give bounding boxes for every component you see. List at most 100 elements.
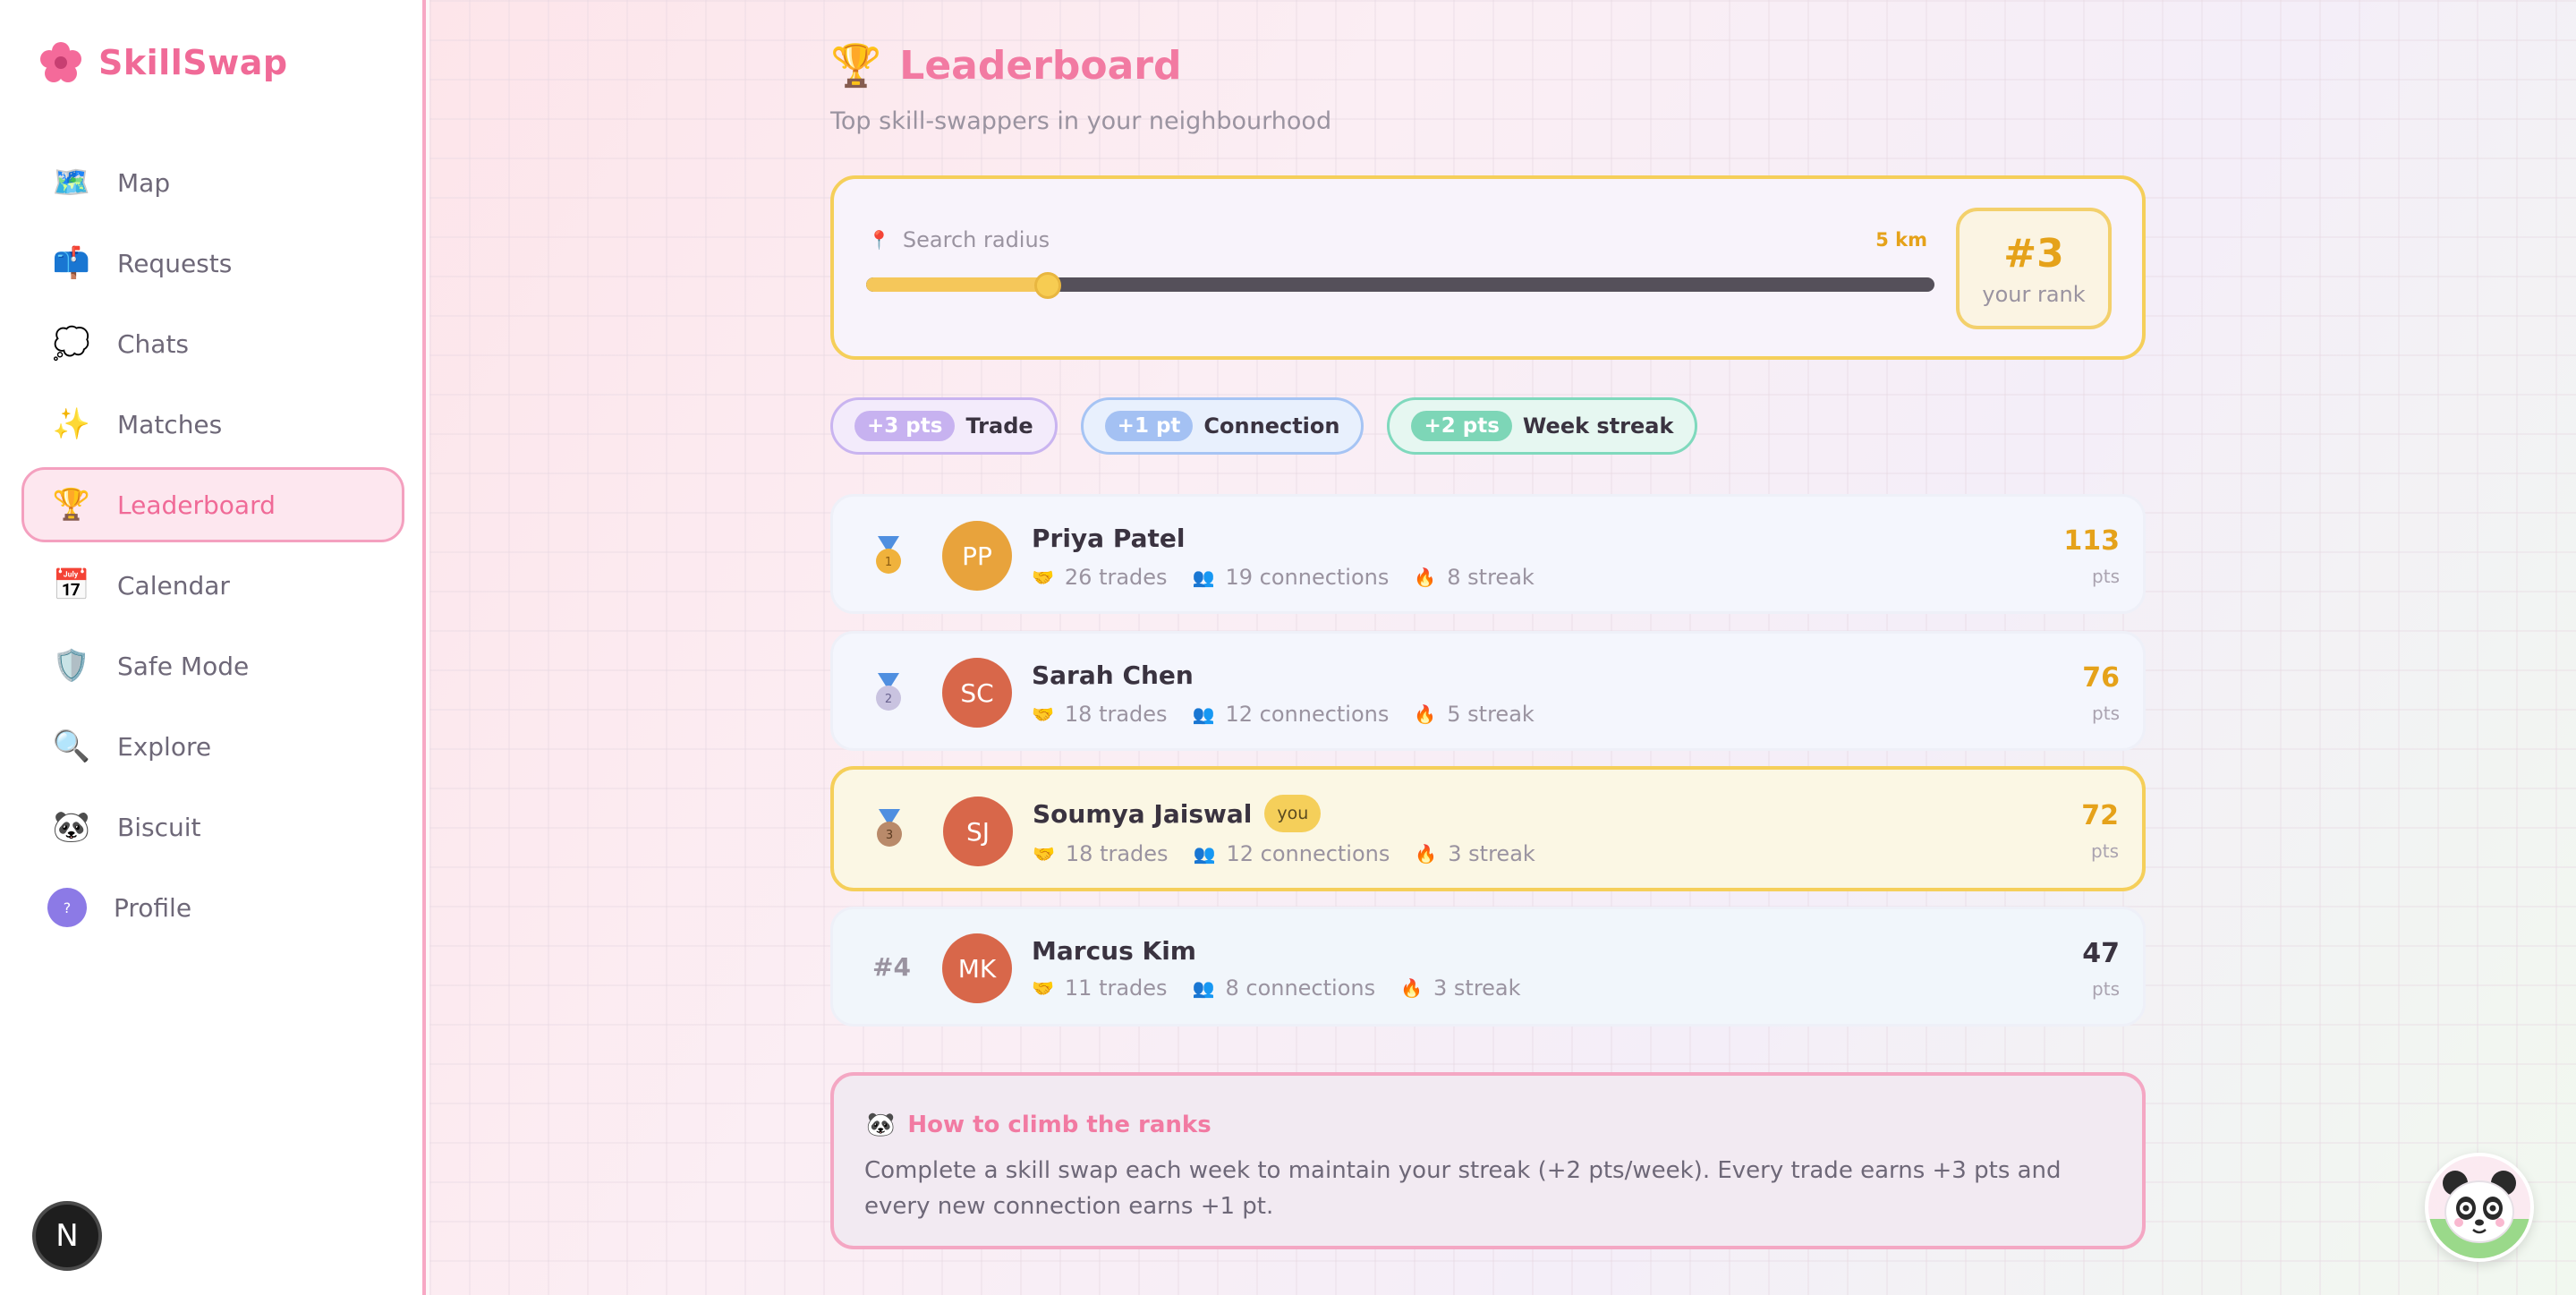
stat-streak-text: 3 streak: [1433, 976, 1521, 1001]
score-value: 47: [2082, 938, 2120, 969]
stat-connections: 👥 19 connections: [1193, 565, 1390, 590]
stat-trades: 🤝 11 trades: [1032, 976, 1168, 1001]
people-icon: 👥: [1193, 843, 1216, 865]
stat-streak: 🔥 5 streak: [1414, 702, 1534, 727]
points-chip-value: +2 pts: [1411, 411, 1512, 441]
people-icon: 👥: [1192, 977, 1215, 999]
points-chip-value: +1 pt: [1104, 411, 1194, 441]
mailbox-icon: 📫: [52, 245, 91, 281]
sidebar-item-label: Requests: [117, 248, 233, 278]
leader-stats: 🤝 18 trades 👥 12 connections 🔥 5 streak: [1032, 702, 1535, 727]
sidebar-item-calendar[interactable]: 📅 Calendar: [21, 548, 404, 623]
bronze-medal-icon: 3: [877, 809, 902, 847]
sidebar-item-chats[interactable]: 💭 Chats: [21, 306, 404, 381]
fire-icon: 🔥: [1415, 843, 1438, 865]
points-chip-label: Connection: [1203, 413, 1340, 439]
stat-streak-text: 3 streak: [1448, 841, 1535, 866]
map-icon: 🗺️: [52, 165, 91, 200]
points-chip-trade: +3 pts Trade: [830, 397, 1058, 455]
sidebar-item-leaderboard[interactable]: 🏆 Leaderboard: [21, 467, 404, 542]
search-radius-label: 📍 Search radius: [868, 227, 1050, 252]
leaderboard-row-you[interactable]: 3 SJ Soumya Jaiswal you 🤝 18 trades 👥 12 c…: [830, 766, 2146, 891]
stat-streak-text: 5 streak: [1447, 702, 1535, 727]
search-radius-card: 📍 Search radius 5 km #3 your rank: [830, 175, 2146, 360]
gold-medal-icon: 1: [876, 536, 901, 574]
sidebar-item-matches[interactable]: ✨ Matches: [21, 387, 404, 462]
sidebar-item-label: Chats: [117, 328, 190, 359]
leader-name: Soumya Jaiswal you: [1033, 795, 1322, 832]
silver-medal-icon: 2: [876, 673, 901, 711]
sidebar-item-label: Leaderboard: [117, 490, 276, 520]
score-unit: pts: [2092, 978, 2120, 1000]
score-unit: pts: [2092, 703, 2120, 724]
medal-rank: 3: [886, 829, 893, 842]
my-rank-value: #3: [2003, 230, 2064, 277]
tip-body: Complete a skill swap each week to maint…: [864, 1157, 2062, 1220]
leaderboard-row[interactable]: #4 MK Marcus Kim 🤝 11 trades 👥 8 connectio…: [830, 907, 2146, 1027]
sidebar-item-map[interactable]: 🗺️ Map: [21, 145, 404, 220]
points-legend: +3 pts Trade +1 pt Connection +2 pts Wee…: [830, 397, 1698, 455]
points-chip-week-streak: +2 pts Week streak: [1387, 397, 1698, 455]
tip-title-text: How to climb the ranks: [907, 1112, 1211, 1138]
stat-connections: 👥 8 connections: [1193, 976, 1376, 1001]
points-chip-value: +3 pts: [854, 411, 956, 441]
score-unit: pts: [2092, 566, 2120, 587]
stat-trades-text: 26 trades: [1064, 565, 1168, 590]
radius-slider-thumb[interactable]: [1033, 272, 1061, 299]
sidebar-item-label: Calendar: [117, 570, 230, 601]
sidebar-item-biscuit[interactable]: 🐼 Biscuit: [21, 789, 404, 865]
sidebar-nav: 🗺️ Map 📫 Requests 💭 Chats ✨ Matches 🏆 Le…: [21, 145, 404, 950]
avatar: SC: [942, 658, 1012, 728]
leader-stats: 🤝 26 trades 👥 19 connections 🔥 8 streak: [1032, 565, 1535, 590]
stat-connections-text: 12 connections: [1226, 841, 1390, 866]
flower-logo-icon: [39, 41, 82, 84]
people-icon: 👥: [1192, 703, 1215, 725]
climb-tips-card: 🐼 How to climb the ranks Complete a skil…: [830, 1072, 2146, 1249]
stat-trades: 🤝 18 trades: [1032, 702, 1168, 727]
brand-name: SkillSwap: [98, 43, 288, 82]
page-title: Leaderboard: [899, 43, 1182, 89]
pin-icon: 📍: [868, 229, 890, 251]
dev-tools-badge[interactable]: N: [32, 1201, 102, 1271]
sidebar-item-requests[interactable]: 📫 Requests: [21, 226, 404, 301]
leaderboard-row[interactable]: 1 PP Priya Patel 🤝 26 trades 👥 19 connecti…: [830, 494, 2146, 614]
sidebar-item-label: Profile: [114, 892, 192, 923]
points-chip-label: Week streak: [1522, 413, 1674, 439]
brand[interactable]: SkillSwap: [39, 41, 288, 84]
sidebar-item-label: Map: [117, 167, 171, 198]
leader-name-text: Priya Patel: [1032, 524, 1186, 553]
leaderboard-row[interactable]: 2 SC Sarah Chen 🤝 18 trades 👥 12 connectio…: [830, 631, 2146, 751]
medal-rank: 2: [885, 693, 892, 706]
leader-name-text: Sarah Chen: [1032, 660, 1194, 690]
panda-icon: 🐼: [52, 809, 91, 845]
leader-name: Priya Patel: [1032, 524, 1185, 553]
radius-slider[interactable]: [866, 277, 1934, 292]
stat-trades-text: 18 trades: [1064, 702, 1168, 727]
sidebar-item-label: Biscuit: [117, 812, 201, 842]
stat-trades-text: 18 trades: [1065, 841, 1169, 866]
trophy-icon: 🏆: [830, 41, 882, 89]
shield-icon: 🛡️: [52, 648, 91, 684]
trophy-icon: 🏆: [52, 487, 91, 523]
avatar: PP: [942, 521, 1012, 591]
search-radius-value: 5 km: [1875, 229, 1927, 251]
leader-score: 47 pts: [2082, 938, 2120, 1000]
leader-score: 72 pts: [2081, 800, 2119, 862]
sidebar-item-safe-mode[interactable]: 🛡️ Safe Mode: [21, 628, 404, 703]
stat-trades: 🤝 26 trades: [1032, 565, 1168, 590]
sidebar-item-profile[interactable]: ? Profile: [21, 870, 404, 945]
stat-trades: 🤝 18 trades: [1033, 841, 1169, 866]
stat-streak: 🔥 3 streak: [1400, 976, 1520, 1001]
sidebar-item-explore[interactable]: 🔍 Explore: [21, 709, 404, 784]
biscuit-assistant-button[interactable]: [2425, 1153, 2534, 1262]
medal-rank: 1: [885, 556, 892, 569]
sidebar: SkillSwap 🗺️ Map 📫 Requests 💭 Chats ✨ Ma…: [0, 0, 426, 1295]
main-area: 🏆 Leaderboard Top skill-swappers in your…: [429, 0, 2576, 1295]
rank-number: #4: [872, 952, 911, 982]
score-unit: pts: [2091, 840, 2119, 862]
calendar-icon: 📅: [52, 567, 91, 603]
score-value: 72: [2081, 800, 2119, 831]
leader-name: Marcus Kim: [1032, 936, 1196, 966]
speech-bubble-icon: 💭: [52, 326, 91, 362]
stat-connections: 👥 12 connections: [1194, 841, 1390, 866]
